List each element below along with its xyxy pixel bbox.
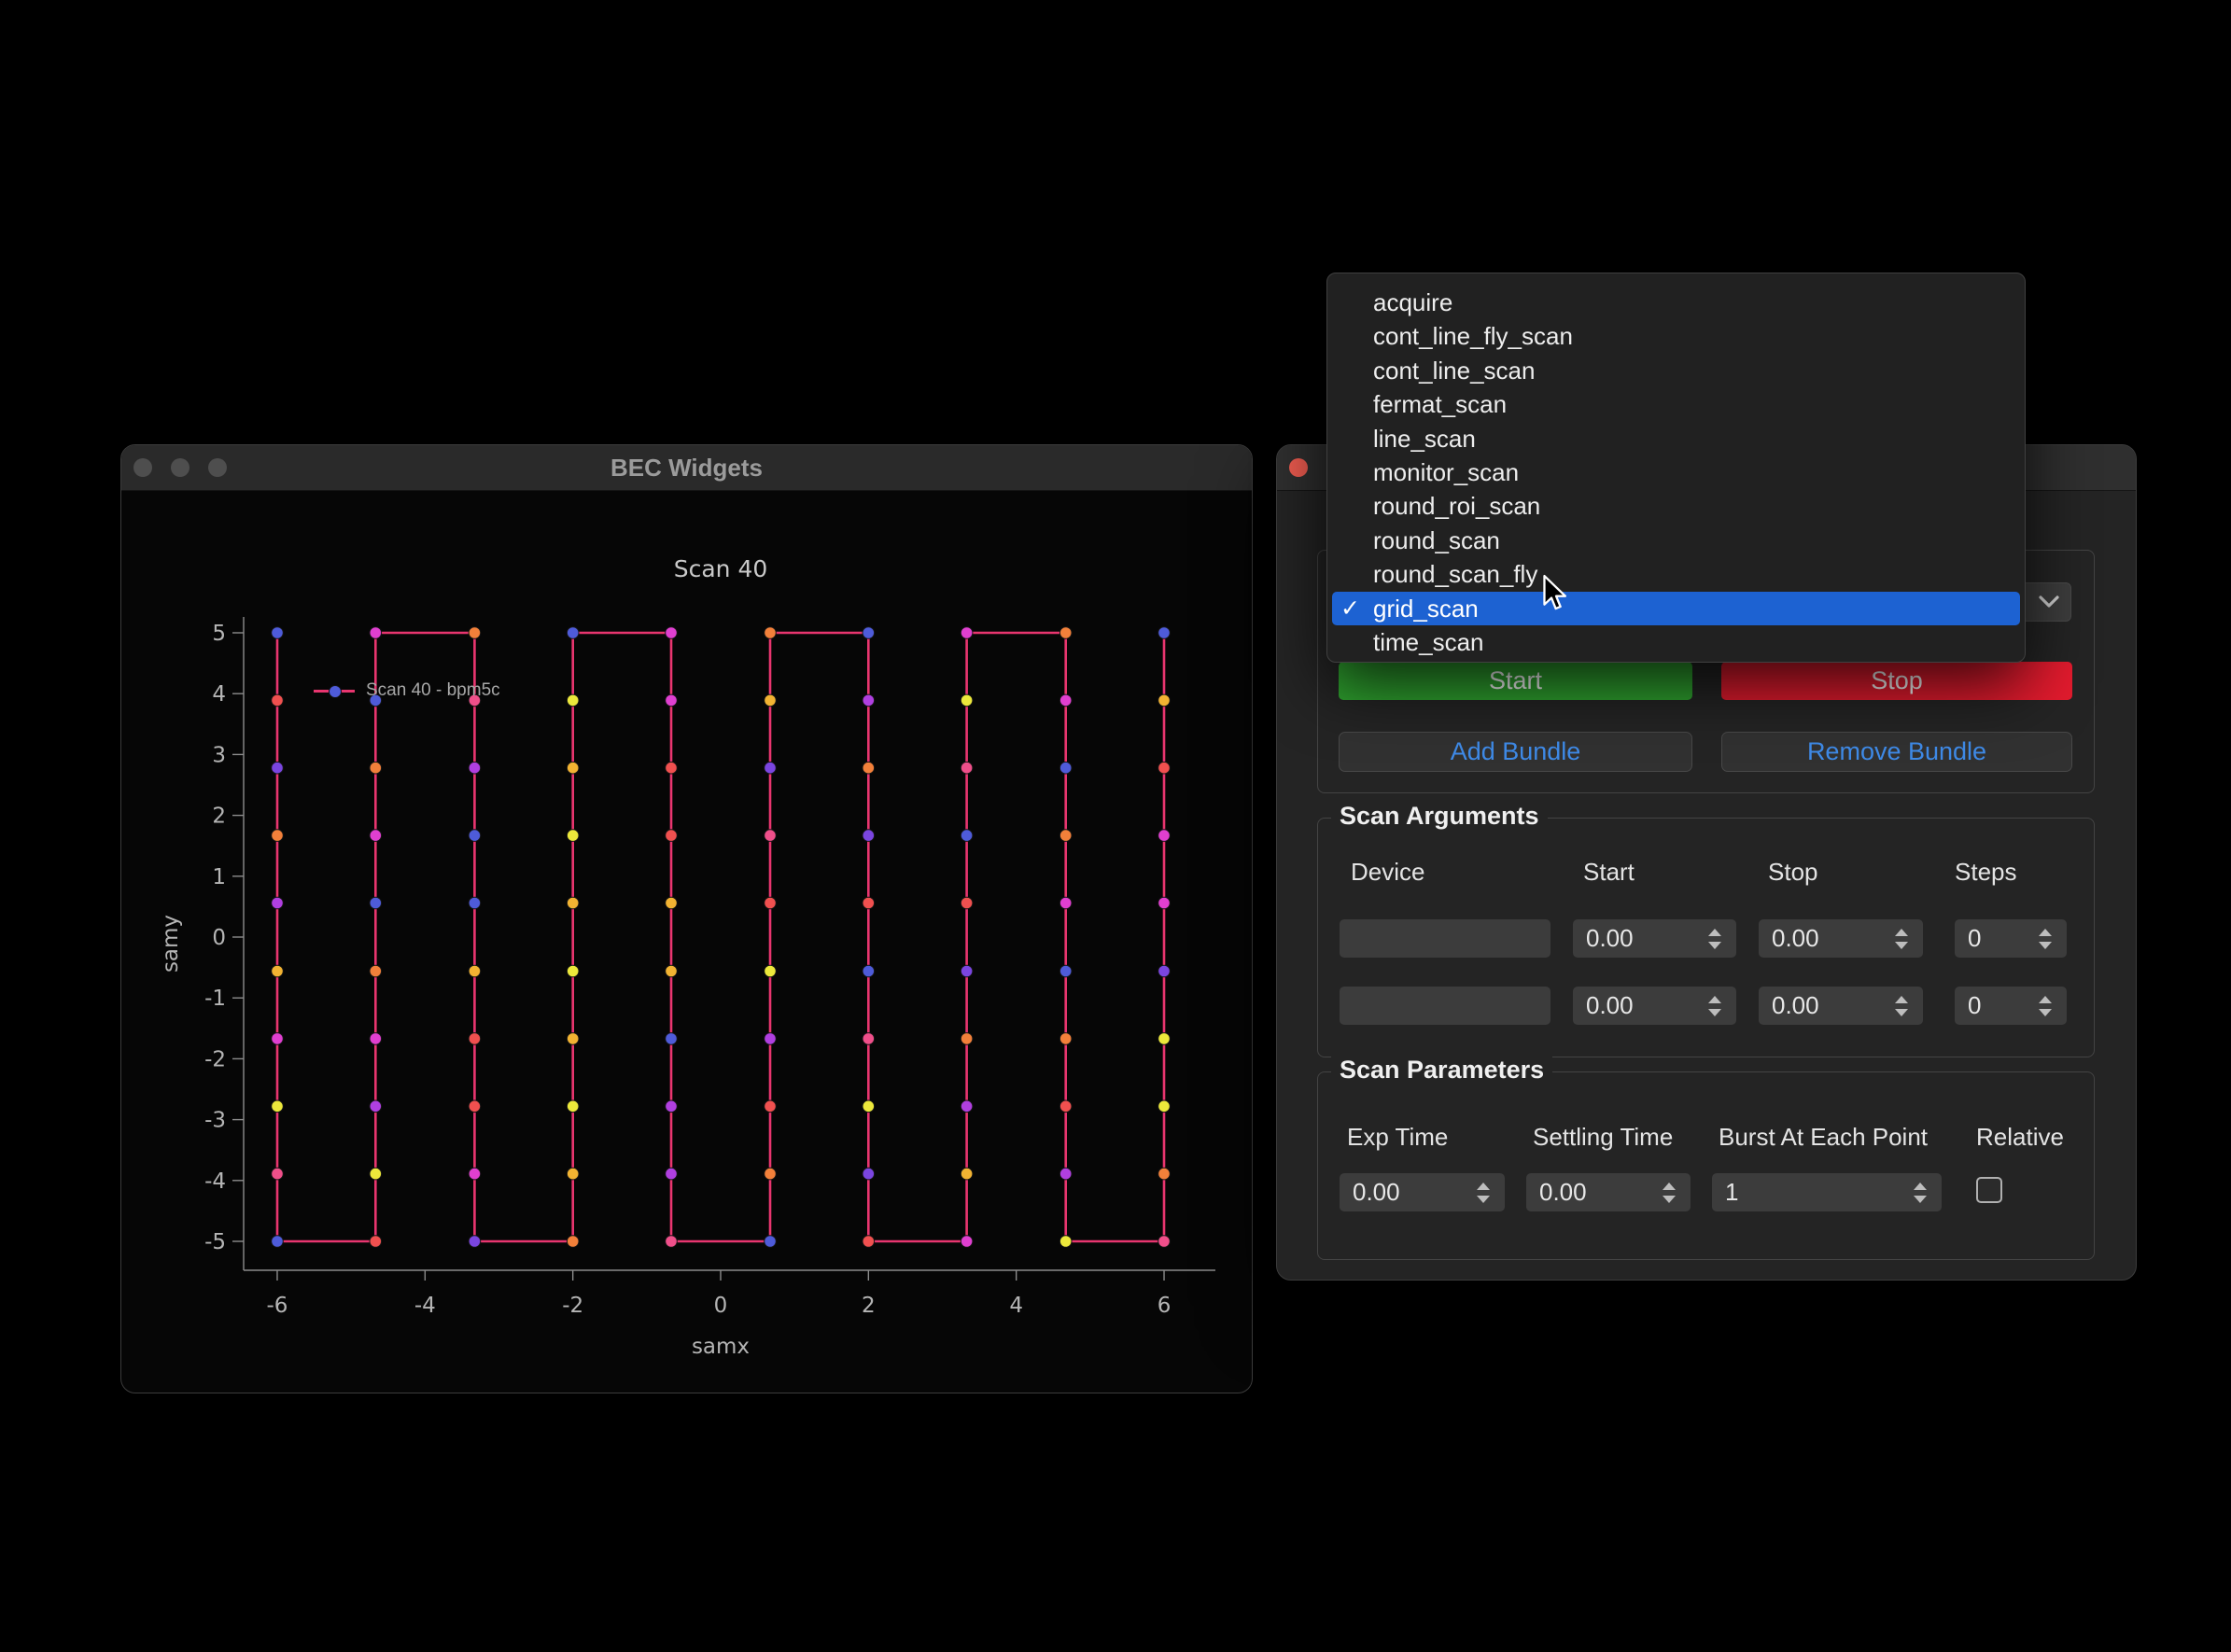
dropdown-item-label: grid_scan <box>1373 595 1479 623</box>
spinner-arrows-icon[interactable] <box>1906 1183 1942 1203</box>
x-axis-label: samx <box>692 1335 750 1359</box>
remove-bundle-button[interactable]: Remove Bundle <box>1721 732 2072 772</box>
spinner-arrows-icon[interactable] <box>2031 996 2067 1016</box>
spinner-arrows-icon[interactable] <box>1469 1183 1505 1203</box>
legend-label: Scan 40 - bpm5c <box>366 680 500 701</box>
scan-parameters-title: Scan Parameters <box>1331 1056 1552 1085</box>
steps-spinbox[interactable]: 0 <box>1955 919 2067 958</box>
dropdown-item[interactable]: cont_line_fly_scan <box>1327 319 2025 353</box>
dropdown-item[interactable]: cont_line_scan <box>1327 354 2025 387</box>
svg-text:4: 4 <box>1009 1294 1023 1318</box>
dropdown-item[interactable]: round_roi_scan <box>1327 489 2025 523</box>
scan-plot: Scan 40 -6 -4 -2 0 2 4 6 5 4 3 2 1 0 -1 -2 -3 -4 -5 samx sam… <box>121 445 1254 1394</box>
exp-time-header: Exp Time <box>1347 1123 1448 1152</box>
device-input[interactable] <box>1340 987 1550 1025</box>
close-button[interactable] <box>1289 458 1308 477</box>
stop-header: Stop <box>1768 858 1818 887</box>
relative-checkbox[interactable] <box>1976 1177 2002 1203</box>
svg-text:-6: -6 <box>267 1294 288 1318</box>
device-input[interactable] <box>1340 919 1550 958</box>
svg-text:2: 2 <box>212 805 226 829</box>
exp-time-spinbox[interactable]: 0.00 <box>1340 1173 1505 1211</box>
steps-header: Steps <box>1955 858 2017 887</box>
svg-text:0: 0 <box>212 926 226 950</box>
spinner-arrows-icon[interactable] <box>1887 929 1923 949</box>
svg-text:5: 5 <box>212 622 226 646</box>
stop-spinbox[interactable]: 0.00 <box>1759 919 1923 958</box>
dropdown-item[interactable]: time_scan <box>1327 625 2025 659</box>
dropdown-item[interactable]: round_scan_fly <box>1327 557 2025 591</box>
svg-text:3: 3 <box>212 743 226 767</box>
spinner-arrows-icon[interactable] <box>1701 929 1736 949</box>
svg-text:-2: -2 <box>204 1047 226 1071</box>
spinner-arrows-icon[interactable] <box>1655 1183 1691 1203</box>
burst-header: Burst At Each Point <box>1719 1123 1928 1152</box>
svg-text:-5: -5 <box>204 1230 226 1254</box>
settling-time-spinbox[interactable]: 0.00 <box>1526 1173 1691 1211</box>
dropdown-item[interactable]: line_scan <box>1327 422 2025 455</box>
svg-text:4: 4 <box>212 682 226 707</box>
window-title: BEC Widgets <box>121 445 1252 490</box>
svg-text:-2: -2 <box>562 1294 583 1318</box>
check-icon: ✓ <box>1340 592 1360 625</box>
spinner-arrows-icon[interactable] <box>2031 929 2067 949</box>
steps-spinbox[interactable]: 0 <box>1955 987 2067 1025</box>
y-axis-label: samy <box>159 915 183 973</box>
svg-text:-4: -4 <box>414 1294 436 1318</box>
scan-arguments-title: Scan Arguments <box>1331 802 1548 831</box>
svg-text:-1: -1 <box>204 987 226 1011</box>
start-button[interactable]: Start <box>1339 662 1692 700</box>
burst-spinbox[interactable]: 1 <box>1712 1173 1942 1211</box>
svg-text:2: 2 <box>862 1294 876 1318</box>
dropdown-item[interactable]: monitor_scan <box>1327 455 2025 489</box>
start-header: Start <box>1583 858 1635 887</box>
stop-spinbox[interactable]: 0.00 <box>1759 987 1923 1025</box>
stop-button[interactable]: Stop <box>1721 662 2072 700</box>
scan-arguments-group: Scan Arguments Device Start Stop Steps 0… <box>1317 818 2095 1057</box>
add-bundle-button[interactable]: Add Bundle <box>1339 732 1692 772</box>
spinner-arrows-icon[interactable] <box>1887 996 1923 1016</box>
relative-header: Relative <box>1976 1123 2064 1152</box>
dropdown-item[interactable]: acquire <box>1327 286 2025 319</box>
settling-time-header: Settling Time <box>1533 1123 1673 1152</box>
plot-legend[interactable]: Scan 40 - bpm5c <box>314 680 500 701</box>
svg-text:1: 1 <box>212 865 226 889</box>
svg-text:6: 6 <box>1158 1294 1172 1318</box>
dropdown-item-selected[interactable]: ✓ grid_scan <box>1332 592 2020 625</box>
scan-select-dropdown: acquire cont_line_fly_scan cont_line_sca… <box>1326 273 2026 663</box>
plot-title: Scan 40 <box>674 555 768 582</box>
mouse-cursor <box>1542 574 1568 620</box>
svg-text:-4: -4 <box>204 1169 226 1194</box>
legend-point-icon <box>329 685 342 698</box>
svg-text:-3: -3 <box>204 1109 226 1133</box>
bec-widgets-window: Scan 40 -6 -4 -2 0 2 4 6 5 4 3 2 1 0 -1 -2 -3 -4 -5 samx sam… <box>120 444 1253 1393</box>
scan-parameters-group: Scan Parameters Exp Time Settling Time B… <box>1317 1071 2095 1260</box>
dropdown-item[interactable]: round_scan <box>1327 524 2025 557</box>
device-header: Device <box>1351 858 1424 887</box>
start-spinbox[interactable]: 0.00 <box>1573 987 1736 1025</box>
chevron-down-icon <box>2032 587 2066 617</box>
start-spinbox[interactable]: 0.00 <box>1573 919 1736 958</box>
svg-text:0: 0 <box>714 1294 728 1318</box>
dropdown-item[interactable]: fermat_scan <box>1327 387 2025 421</box>
legend-line-sample <box>314 690 355 693</box>
plot-window-titlebar[interactable]: BEC Widgets <box>121 445 1252 491</box>
spinner-arrows-icon[interactable] <box>1701 996 1736 1016</box>
